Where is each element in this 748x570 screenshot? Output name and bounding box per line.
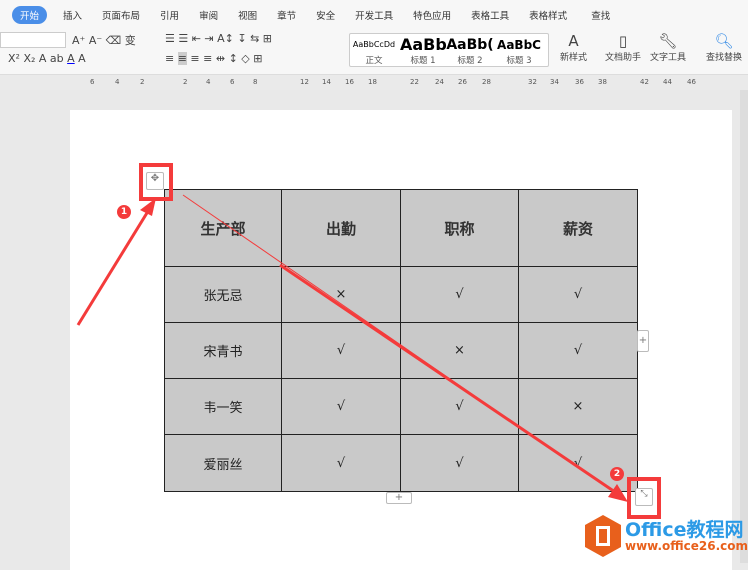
step-badge-1: 1 bbox=[117, 205, 131, 219]
watermark-url: www.office26.com bbox=[625, 539, 748, 553]
step-badge-2: 2 bbox=[610, 467, 624, 481]
watermark-title: Office教程网 bbox=[625, 519, 744, 541]
arrow-2 bbox=[279, 263, 616, 494]
arrow-1 bbox=[76, 207, 152, 326]
office-logo-icon bbox=[585, 515, 621, 557]
highlight-box-2 bbox=[627, 477, 661, 519]
arrow-2-head bbox=[608, 484, 628, 502]
highlight-box-1 bbox=[139, 163, 173, 201]
